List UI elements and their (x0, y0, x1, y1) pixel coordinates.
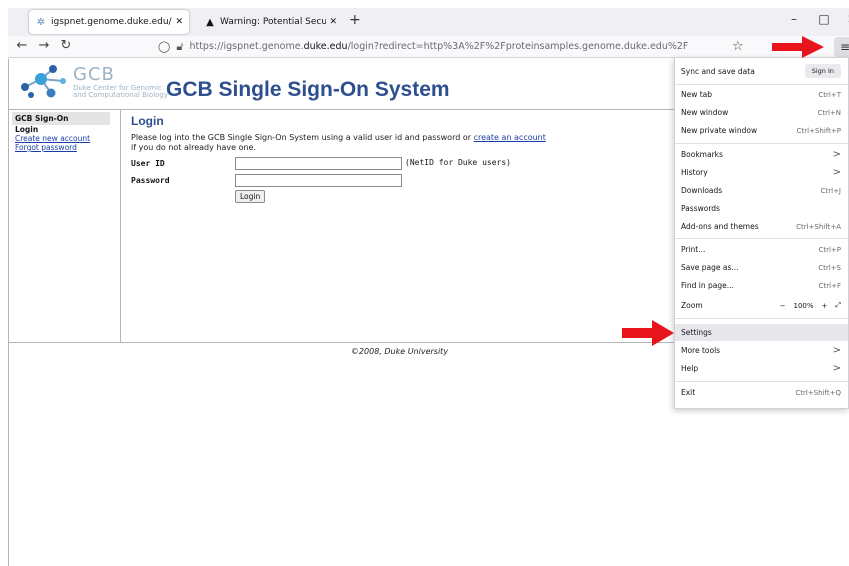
menu-sync: Sync and save data Sign In (675, 61, 848, 81)
userid-input[interactable] (235, 157, 402, 170)
create-account-link[interactable]: create an account (474, 133, 546, 142)
site-title: GCB Single Sign-On System (166, 78, 450, 101)
hamburger-menu-icon[interactable]: ≡ (834, 37, 849, 57)
login-button[interactable]: Login (235, 190, 266, 203)
login-form: User ID (NetID for Duke users) Password … (131, 157, 661, 213)
menu-item-new-private-window[interactable]: New private window Ctrl+Shift+P (675, 122, 848, 139)
bookmark-star-icon[interactable]: ☆ (732, 39, 744, 54)
password-label: Password (131, 176, 170, 185)
close-tab-icon[interactable]: ✕ (329, 17, 337, 27)
zoom-in-button[interactable]: + (822, 302, 828, 310)
sign-in-button[interactable]: Sign In (804, 64, 841, 78)
lock-icon[interactable]: 🔓︎ (176, 40, 183, 54)
password-input[interactable] (235, 174, 402, 187)
menu-item-addons[interactable]: Add-ons and themes Ctrl+Shift+A (675, 218, 848, 235)
menu-separator (675, 84, 848, 85)
sidebar: GCB Sign-On Login Create new account For… (9, 110, 121, 342)
forward-arrow-icon[interactable]: → (36, 38, 52, 53)
tab-bar: ✲ igspnet.genome.duke.edu/login ✕ ▲ Warn… (8, 8, 849, 36)
close-window-icon[interactable]: ✕ (843, 12, 849, 26)
sidebar-item-create-account[interactable]: Create new account (12, 134, 117, 143)
chevron-right-icon: > (832, 345, 841, 356)
logo-text: GCB Duke Center for Genomic and Computat… (73, 64, 168, 99)
menu-separator (675, 143, 848, 144)
menu-item-help[interactable]: Help > (675, 360, 848, 377)
menu-item-new-window[interactable]: New window Ctrl+N (675, 104, 848, 121)
menu-separator (675, 238, 848, 239)
tab-login[interactable]: ✲ igspnet.genome.duke.edu/login ✕ (29, 10, 189, 34)
page-title: Login (131, 114, 164, 128)
logo-wordmark: GCB (73, 64, 115, 85)
tab-title: Warning: Potential Security Risk (220, 17, 327, 27)
menu-separator (675, 381, 848, 382)
chevron-right-icon: > (832, 167, 841, 178)
warning-icon: ▲ (206, 16, 214, 28)
tab-title: igspnet.genome.duke.edu/login (51, 17, 173, 27)
maximize-icon[interactable]: □ (815, 12, 833, 26)
red-arrow-icon (622, 320, 674, 346)
address-bar[interactable]: ◯ 🔓︎ https://igspnet.genome.duke.edu/log… (158, 37, 758, 56)
userid-label: User ID (131, 159, 165, 168)
menu-item-print[interactable]: Print... Ctrl+P (675, 241, 848, 258)
navigation-bar: ← → ↻ ◯ 🔓︎ https://igspnet.genome.duke.e… (8, 36, 849, 58)
login-panel: Login Please log into the GCB Single Sig… (131, 114, 661, 213)
chevron-right-icon: > (832, 149, 841, 160)
shield-icon[interactable]: ◯ (158, 40, 170, 53)
minimize-icon[interactable]: – (785, 12, 803, 26)
sidebar-item-login: Login (15, 125, 39, 134)
sidebar-heading: GCB Sign-On (12, 112, 110, 125)
menu-separator (675, 318, 848, 319)
zoom-out-button[interactable]: − (780, 302, 786, 310)
gcb-logo-icon (21, 65, 66, 98)
back-arrow-icon[interactable]: ← (14, 38, 30, 53)
menu-item-more-tools[interactable]: More tools > (675, 342, 848, 359)
menu-item-settings[interactable]: Settings (675, 324, 848, 341)
logo-subtitle: and Computational Biology (73, 91, 169, 99)
menu-item-passwords[interactable]: Passwords (675, 200, 848, 217)
menu-item-bookmarks[interactable]: Bookmarks > (675, 146, 848, 163)
zoom-level[interactable]: 100% (794, 302, 814, 310)
reload-icon[interactable]: ↻ (58, 38, 74, 53)
gcb-favicon-icon: ✲ (36, 16, 46, 28)
menu-item-save-page[interactable]: Save page as... Ctrl+S (675, 259, 848, 276)
sidebar-item-forgot-password[interactable]: Forgot password (12, 143, 117, 152)
menu-item-exit[interactable]: Exit Ctrl+Shift+Q (675, 384, 848, 401)
close-tab-icon[interactable]: ✕ (175, 17, 183, 27)
menu-item-zoom: Zoom − 100% + ⤢ (681, 301, 841, 310)
app-menu: Sync and save data Sign In New tab Ctrl+T… (674, 57, 849, 409)
menu-item-new-tab[interactable]: New tab Ctrl+T (675, 86, 848, 103)
userid-hint: (NetID for Duke users) (405, 158, 511, 167)
tab-warning[interactable]: ▲ Warning: Potential Security Risk ✕ (198, 10, 343, 34)
intro-text: Please log into the GCB Single Sign-On S… (131, 133, 546, 152)
red-arrow-icon (772, 36, 824, 58)
url-text: https://igspnet.genome.duke.edu/login?re… (189, 41, 689, 52)
menu-item-downloads[interactable]: Downloads Ctrl+J (675, 182, 848, 199)
new-tab-button[interactable]: + (349, 12, 361, 28)
chevron-right-icon: > (832, 363, 841, 374)
menu-item-history[interactable]: History > (675, 164, 848, 181)
menu-item-find-in-page[interactable]: Find in page... Ctrl+F (675, 277, 848, 294)
fullscreen-icon[interactable]: ⤢ (835, 301, 841, 310)
menu-sync-label: Sync and save data (681, 66, 755, 76)
